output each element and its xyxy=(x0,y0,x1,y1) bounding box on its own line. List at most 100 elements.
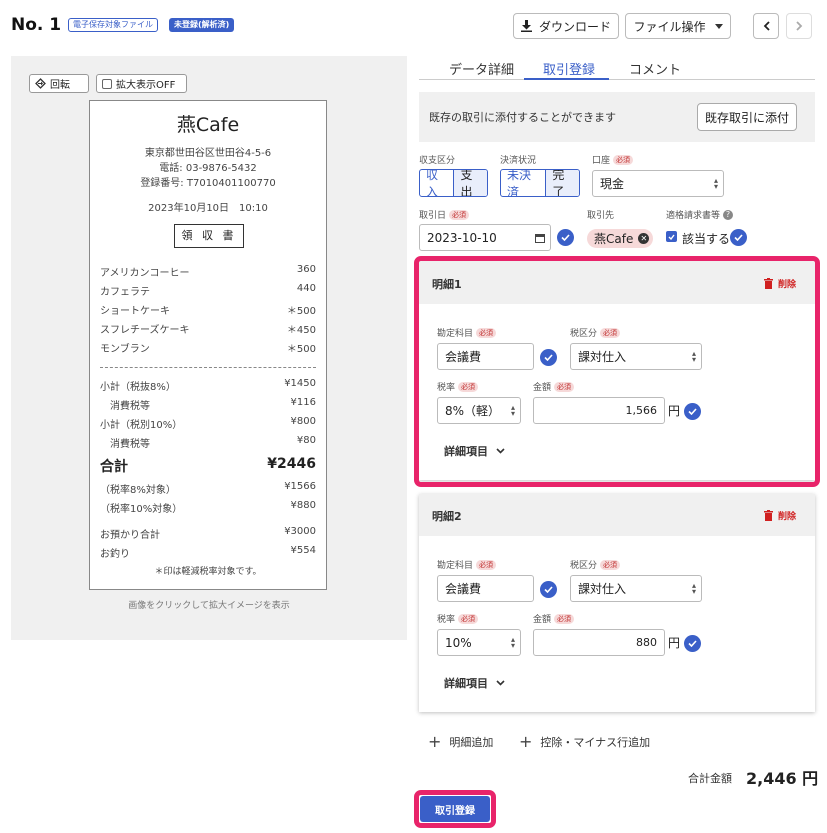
help-icon[interactable]: ? xyxy=(723,209,734,220)
income-option[interactable]: 収入 xyxy=(420,170,453,196)
next-button[interactable] xyxy=(786,13,812,39)
download-button[interactable]: ダウンロード xyxy=(513,13,619,39)
tab-data-detail[interactable]: データ詳細 xyxy=(449,59,514,78)
detail-amount-input[interactable]: 880 xyxy=(533,629,665,656)
receipt-phone: 電話: 03-9876-5432 xyxy=(159,163,257,174)
invoice-checkbox-label: 該当する xyxy=(682,232,731,246)
date-input-value: 2023-10-10 xyxy=(427,230,497,245)
receipt-target-10: （税率10%対象） ¥880 xyxy=(100,500,316,515)
partner-tag[interactable]: 燕Cafe ✕ xyxy=(587,229,654,248)
receipt-target-8: （税率8%対象） ¥1566 xyxy=(100,481,316,496)
amount-verified-icon xyxy=(684,635,701,652)
receipt-doc-title: 領 収 書 xyxy=(174,224,244,248)
detail-taxcat-select[interactable]: 課対仕入 ▴ ▾ xyxy=(570,575,702,602)
receipt-line-item: アメリカンコーヒー 360 xyxy=(100,264,316,279)
receipt-reg-no: 登録番号: T7010401100770 xyxy=(140,178,276,189)
status-badge: 未登録(解析済) xyxy=(169,18,235,32)
partner-tag-label: 燕Cafe xyxy=(594,232,634,246)
rotate-button[interactable]: 回転 xyxy=(29,74,89,93)
expense-option[interactable]: 支出 xyxy=(453,170,487,196)
remove-partner-icon[interactable]: ✕ xyxy=(638,233,650,244)
receipt-line-item: モンブラン ＊500 xyxy=(100,344,316,355)
chevron-down-icon xyxy=(496,680,505,686)
select-arrows-icon: ▴ ▾ xyxy=(691,581,696,596)
invoice-verified-icon xyxy=(730,229,747,246)
attach-existing-button[interactable]: 既存取引に添付 xyxy=(697,103,797,131)
zoom-toggle[interactable]: 拡大表示OFF xyxy=(96,74,187,93)
submit-highlight xyxy=(414,790,496,828)
detail-more-toggle[interactable]: 詳細項目 xyxy=(444,675,505,691)
download-label: ダウンロード xyxy=(538,19,611,34)
detail-account-label: 勘定科目 必須 xyxy=(437,558,497,571)
select-arrows-icon: ▴ ▾ xyxy=(713,176,718,191)
receipt-shop-name: 燕Cafe xyxy=(176,114,240,136)
receipt-line-item: カフェラテ 440 xyxy=(100,283,316,298)
receipt-tax-8: 消費税等 ¥116 xyxy=(110,397,316,412)
calendar-icon[interactable] xyxy=(535,233,545,243)
date-label: 取引日 必須 xyxy=(419,208,470,221)
detail-account-input[interactable]: 会議費 xyxy=(437,575,534,602)
prev-button[interactable] xyxy=(753,13,779,39)
archive-badge: 電子保存対象ファイル xyxy=(68,18,158,32)
invoice-checkbox[interactable] xyxy=(666,231,677,242)
date-input[interactable]: 2023-10-10 xyxy=(419,224,551,251)
receipt-line-item: ショートケーキ ＊500 xyxy=(100,306,316,317)
chevron-right-icon xyxy=(795,21,802,31)
receipt-address: 東京都世田谷区世田谷4-5-6 xyxy=(144,148,272,159)
receipt-total: 合計 ¥2446 xyxy=(100,456,316,475)
required-badge: 必須 xyxy=(458,613,479,624)
detail-card-header: 明細2 削除 xyxy=(419,494,815,536)
detail-rate-label: 税率 必須 xyxy=(437,612,479,625)
account-select[interactable]: 現金 ▴ ▾ xyxy=(592,170,724,197)
settled-option[interactable]: 完了 xyxy=(545,170,579,196)
detail-card-2: 明細2 削除 勘定科目 必須 会議費 税区分 必須 課対仕入 ▴ ▾ 税率 必須 10% ▴… xyxy=(419,494,815,712)
detail-taxcat-label: 税区分 必須 xyxy=(570,558,621,571)
delete-detail-button[interactable]: 削除 xyxy=(763,509,796,522)
tab-transaction[interactable]: 取引登録 xyxy=(543,59,595,78)
required-badge: 必須 xyxy=(554,613,575,624)
add-deduction-button[interactable]: + 控除・マイナス行追加 xyxy=(519,732,650,751)
chevron-left-icon xyxy=(763,21,770,31)
required-badge: 必須 xyxy=(613,154,634,165)
attach-notice-text: 既存の取引に添付することができます xyxy=(429,111,616,124)
account-label: 口座 必須 xyxy=(592,153,634,166)
receipt-image[interactable]: 燕Cafe 東京都世田谷区世田谷4-5-6 電話: 03-9876-5432 登… xyxy=(89,100,327,590)
detail-amount-label: 金額 必須 xyxy=(533,612,575,625)
caret-down-icon xyxy=(714,23,723,29)
settle-status-toggle[interactable]: 未決済 完了 xyxy=(500,169,580,197)
trash-icon xyxy=(763,510,773,521)
receipt-line-item: スフレチーズケーキ ＊450 xyxy=(100,325,316,336)
zoom-checkbox[interactable] xyxy=(102,78,112,89)
download-icon xyxy=(520,20,532,32)
income-type-toggle[interactable]: 収入 支出 xyxy=(419,169,488,197)
detail-rate-select[interactable]: 10% ▴ ▾ xyxy=(437,629,521,656)
plus-icon: + xyxy=(428,732,442,751)
zoom-label: 拡大表示OFF xyxy=(116,80,176,91)
account-verified-icon xyxy=(540,581,557,598)
yen-unit: 円 xyxy=(668,636,681,650)
settle-status-label: 決済状況 xyxy=(500,156,537,166)
unsettled-option[interactable]: 未決済 xyxy=(501,170,545,196)
tab-comment[interactable]: コメント xyxy=(629,59,681,78)
tab-divider xyxy=(419,79,815,80)
viewer-caption: 画像をクリックして拡大イメージを表示 xyxy=(128,601,290,611)
income-type-label: 収支区分 xyxy=(419,156,456,166)
rotate-label: 回転 xyxy=(50,80,70,91)
total-amount-label: 合計金額 xyxy=(688,772,732,785)
file-ops-button[interactable]: ファイル操作 xyxy=(625,13,731,39)
add-detail-button[interactable]: + 明細追加 xyxy=(428,732,493,751)
receipt-tax-10: 消費税等 ¥80 xyxy=(110,435,316,450)
receipt-received: お預かり合計 ¥3000 xyxy=(100,526,316,541)
receipt-subtotal-10: 小計（税別10%） ¥800 xyxy=(100,416,316,431)
rate-value: 10% xyxy=(445,635,472,650)
attach-notice: 既存の取引に添付することができます 既存取引に添付 xyxy=(419,92,815,142)
detail-title: 明細2 xyxy=(432,510,462,523)
detail-card-1-highlight xyxy=(414,256,820,487)
select-arrows-icon: ▴ ▾ xyxy=(510,635,515,650)
receipt-subtotal-8: 小計（税抜8%） ¥1450 xyxy=(100,378,316,393)
date-verified-icon xyxy=(557,229,574,246)
receipt-change: お釣り ¥554 xyxy=(100,545,316,560)
invoice-label: 適格請求書等? xyxy=(666,208,734,221)
account-select-value: 現金 xyxy=(600,177,625,191)
document-number: No. 1 xyxy=(11,15,62,35)
